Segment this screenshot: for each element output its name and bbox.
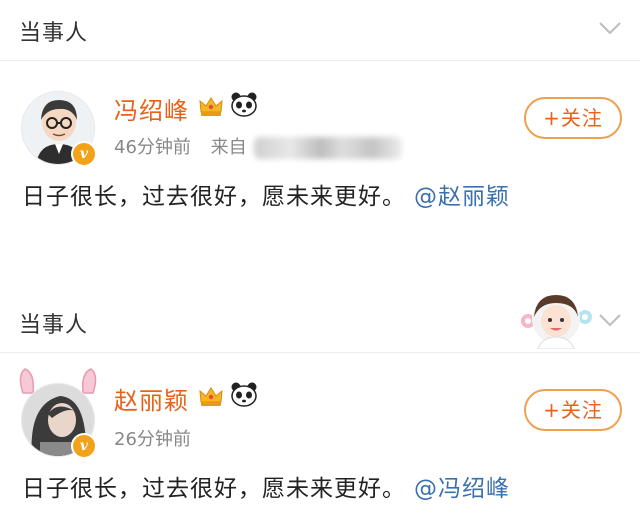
post-content: 日子很长，过去很好，愿未来更好。 @赵丽颖 bbox=[22, 177, 510, 211]
mention-link[interactable]: @赵丽颖 bbox=[414, 184, 510, 210]
crown-icon bbox=[199, 97, 223, 116]
avatar[interactable]: v bbox=[19, 368, 97, 459]
chevron-down-icon[interactable] bbox=[598, 310, 622, 330]
section-header: 当事人 bbox=[0, 0, 640, 61]
follow-button[interactable]: +关注 bbox=[524, 97, 622, 139]
verified-icon: v bbox=[71, 141, 97, 167]
weibo-feed: 当事人 v 冯绍峰 46分钟前 来自 +关注 日子很长，过去很好，愿未来更好。 … bbox=[0, 0, 640, 518]
follow-button[interactable]: +关注 bbox=[524, 389, 622, 431]
crown-icon bbox=[199, 387, 223, 406]
post-content: 日子很长，过去很好，愿未来更好。 @冯绍峰 bbox=[22, 469, 510, 503]
post-text: 日子很长，过去很好，愿未来更好。 bbox=[22, 184, 406, 210]
section-title: 当事人 bbox=[19, 313, 89, 338]
post-text: 日子很长，过去很好，愿未来更好。 bbox=[22, 476, 406, 502]
post-time[interactable]: 26分钟前 bbox=[114, 429, 191, 450]
username[interactable]: 赵丽颖 bbox=[114, 381, 189, 416]
section-title: 当事人 bbox=[19, 21, 89, 46]
post-source-redacted bbox=[254, 137, 403, 159]
decorative-avatar-sticker bbox=[521, 295, 592, 349]
username[interactable]: 冯绍峰 bbox=[114, 91, 189, 126]
post-meta: 26分钟前 bbox=[114, 425, 191, 451]
chevron-down-icon[interactable] bbox=[598, 18, 622, 38]
panda-icon bbox=[231, 92, 257, 117]
post-card: v 冯绍峰 46分钟前 来自 +关注 日子很长，过去很好，愿未来更好。 @赵丽颖 bbox=[0, 61, 640, 289]
mention-link[interactable]: @冯绍峰 bbox=[414, 476, 510, 502]
verified-icon: v bbox=[71, 433, 97, 459]
post-source-label: 来自 bbox=[210, 137, 247, 158]
avatar[interactable]: v bbox=[21, 91, 97, 167]
post-time[interactable]: 46分钟前 bbox=[114, 137, 191, 158]
panda-icon bbox=[231, 382, 257, 407]
post-meta: 46分钟前 来自 bbox=[114, 133, 403, 159]
post-card: v 赵丽颖 26分钟前 +关注 日子很长，过去很好，愿未来更好。 @冯绍峰 bbox=[0, 353, 640, 518]
